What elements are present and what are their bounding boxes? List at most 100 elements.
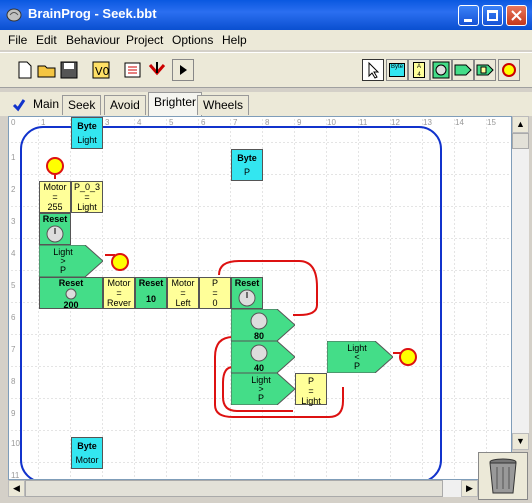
trash-bin[interactable] — [478, 452, 528, 500]
cond-right: P — [258, 393, 264, 403]
clock-icon — [238, 289, 256, 307]
new-file-icon — [18, 61, 32, 79]
tab-seek[interactable]: Seek — [62, 95, 102, 115]
maximize-button[interactable] — [482, 5, 503, 26]
timer-value: 40 — [254, 363, 264, 373]
timer-80-block[interactable]: 80 — [231, 309, 295, 341]
variables-button[interactable]: V0 — [90, 59, 112, 81]
cond-light-gt-p-block-2[interactable]: Light > P — [231, 373, 295, 405]
assign-motor-left-block[interactable]: Motor = Left — [167, 277, 199, 309]
assign-target: P — [307, 376, 314, 386]
var-motor-block[interactable]: Byte Motor — [71, 437, 103, 469]
reset-200-block[interactable]: Reset 200 — [39, 277, 103, 310]
minimize-button[interactable] — [458, 5, 479, 26]
assign-motor-rever-block[interactable]: Motor = Rever — [103, 277, 135, 309]
reset-value: 200 — [63, 300, 79, 310]
ruler-x-6: 6 — [201, 118, 206, 127]
pointer-tool-button[interactable] — [362, 59, 384, 81]
assign-op: = — [212, 288, 218, 298]
scroll-right-button[interactable]: ▶ — [461, 480, 478, 497]
menu-edit[interactable]: Edit — [36, 33, 57, 47]
menu-behaviour[interactable]: Behaviour — [66, 33, 120, 47]
menu-options[interactable]: Options — [172, 33, 213, 47]
window-title: BrainProg - Seek.bbt — [28, 6, 157, 21]
ruler-x-1: 1 — [41, 118, 46, 127]
ruler-x-11: 11 — [359, 118, 368, 127]
save-button[interactable] — [58, 59, 80, 81]
reset-timer-block-2[interactable]: Reset — [231, 277, 263, 309]
cond-light-lt-p-block[interactable]: Light < P — [327, 341, 393, 373]
reset-label: Reset — [42, 214, 68, 224]
horizontal-scrollbar[interactable]: ◀ ▶ — [8, 480, 478, 497]
save-icon — [60, 61, 78, 79]
timer-40-block[interactable]: 40 — [231, 341, 295, 373]
ruler-y-3: 3 — [11, 217, 16, 226]
ruler-y-5: 5 — [11, 281, 16, 290]
ruler-y-10: 10 — [11, 439, 20, 448]
ruler-y-7: 7 — [11, 345, 16, 354]
reset-10-block[interactable]: Reset 10 — [135, 277, 167, 309]
var-type: Byte — [77, 121, 97, 131]
cond-right: P — [60, 265, 66, 275]
assign-p-light-block[interactable]: P_0_3 = Light — [71, 181, 103, 213]
stop-icon — [502, 63, 516, 77]
tab-brighter[interactable]: Brighter — [148, 92, 203, 116]
var-p-block[interactable]: Byte P — [231, 149, 263, 181]
close-button[interactable] — [506, 5, 527, 26]
ruler-y-9: 9 — [11, 409, 16, 418]
clock-icon — [65, 288, 77, 300]
reset-timer-block-1[interactable]: Reset — [39, 213, 71, 245]
reset-label: Reset — [138, 278, 164, 288]
stop-tool-button[interactable] — [498, 59, 520, 81]
assign-p-0-block[interactable]: P = 0 — [199, 277, 231, 309]
reset-value: 10 — [145, 294, 156, 304]
assign-op: = — [84, 192, 90, 202]
compile-button[interactable] — [122, 59, 144, 81]
assign-tool-button[interactable]: A 4 — [408, 59, 430, 81]
compile-icon — [124, 62, 141, 78]
assign-motor-255-block[interactable]: Motor = 255 — [39, 181, 71, 213]
title-bar[interactable]: BrainProg - Seek.bbt — [0, 0, 532, 30]
download-button[interactable] — [146, 59, 168, 81]
start-node[interactable] — [46, 157, 64, 175]
run-icon — [180, 65, 187, 75]
assign-op: = — [308, 386, 314, 396]
menu-project[interactable]: Project — [126, 33, 163, 47]
tab-main[interactable]: Main — [28, 95, 64, 115]
ruler-x-13: 13 — [423, 118, 432, 127]
var-light-block[interactable]: Byte Light — [71, 117, 103, 149]
pointer-icon — [368, 61, 380, 79]
ruler-y-8: 8 — [11, 377, 16, 386]
toolbar: V0 Byte A 4 — [0, 52, 532, 88]
clock-icon — [250, 312, 268, 330]
cond-light-gt-p-block-1[interactable]: Light > P — [39, 245, 103, 277]
new-file-button[interactable] — [14, 59, 36, 81]
vertical-scroll-thumb[interactable] — [512, 133, 529, 149]
assign-target: Motor — [43, 182, 67, 192]
ruler-x-0: 0 — [11, 118, 16, 127]
horizontal-scroll-thumb[interactable] — [25, 480, 443, 497]
menu-bar: File Edit Behaviour Project Options Help — [0, 30, 532, 50]
menu-file[interactable]: File — [8, 33, 27, 47]
assign-value: 255 — [47, 202, 63, 212]
tab-wheels[interactable]: Wheels — [197, 95, 250, 115]
vertical-scrollbar[interactable]: ▲ ▼ — [512, 116, 529, 450]
scroll-down-button[interactable]: ▼ — [512, 433, 529, 450]
menu-help[interactable]: Help — [222, 33, 247, 47]
scroll-up-button[interactable]: ▲ — [512, 116, 529, 133]
tab-strip: Main Seek Avoid Brighter Wheels — [0, 92, 532, 116]
ruler-y-2: 2 — [11, 185, 16, 194]
assign-p-light-2-block[interactable]: P = Light — [295, 373, 327, 406]
end-node-2[interactable] — [399, 348, 417, 366]
timer-tool-button[interactable] — [430, 59, 452, 81]
program-canvas[interactable]: 0 1 2 3 4 5 6 7 8 9 10 11 12 13 14 15 1 … — [8, 116, 512, 480]
end-node-1[interactable] — [111, 253, 129, 271]
open-button[interactable] — [36, 59, 58, 81]
run-button[interactable] — [172, 59, 194, 81]
scroll-left-button[interactable]: ◀ — [8, 480, 25, 497]
tab-avoid[interactable]: Avoid — [104, 95, 146, 115]
action-tool-button[interactable] — [474, 59, 496, 81]
byte-var-tool-button[interactable]: Byte — [386, 59, 408, 81]
variables-icon: V0 — [92, 61, 110, 79]
condition-tool-button[interactable] — [452, 59, 474, 81]
